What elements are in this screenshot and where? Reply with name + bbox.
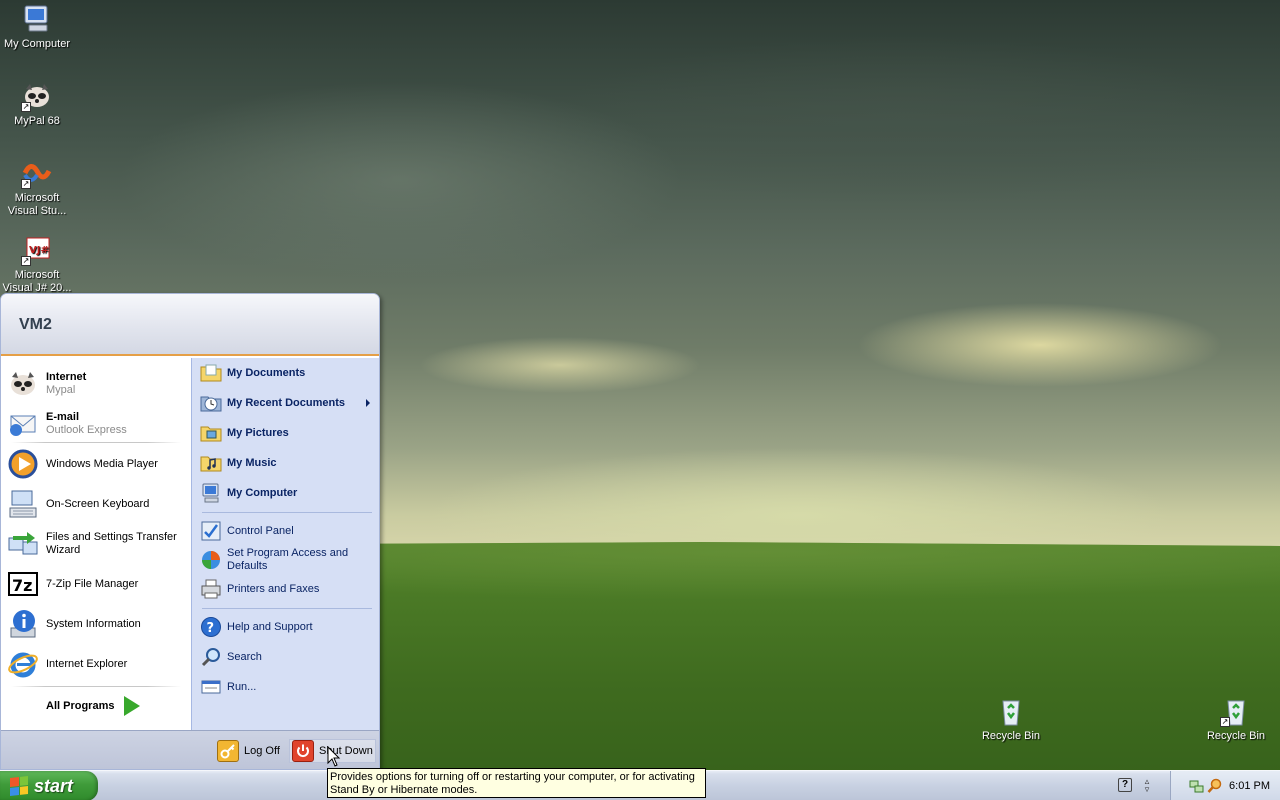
recent-7zip[interactable]: 7z 7-Zip File Manager <box>7 568 185 600</box>
start-button[interactable]: start <box>0 771 98 800</box>
desktop-icon-recycle-bin-shortcut[interactable]: ↗ Recycle Bin <box>1199 695 1273 743</box>
place-my-documents[interactable]: My Documents <box>200 362 376 384</box>
key-icon <box>217 740 239 762</box>
folder-music-icon <box>200 452 222 474</box>
pinned-internet[interactable]: Internet Mypal <box>7 368 185 400</box>
desktop-icon-mypal[interactable]: ↗ MyPal 68 <box>0 80 74 128</box>
printer-icon <box>200 578 222 600</box>
my-computer-icon <box>200 482 222 504</box>
user-name: VM2 <box>19 316 52 333</box>
green-arrow-icon <box>124 696 141 716</box>
transfer-wizard-icon <box>7 528 39 560</box>
folder-documents-icon <box>200 362 222 384</box>
shortcut-arrow-icon: ↗ <box>21 256 31 266</box>
recent-documents-icon <box>200 392 222 414</box>
place-my-computer[interactable]: My Computer <box>200 482 376 504</box>
set-program-access[interactable]: Set Program Access and Defaults <box>200 547 376 573</box>
start-menu: VM2 Internet Mypal E-mail Outlook Expres… <box>0 293 380 770</box>
run[interactable]: Run... <box>200 676 376 698</box>
7zip-icon: 7z <box>7 568 39 600</box>
submenu-arrow-icon <box>366 399 370 407</box>
separator <box>202 608 372 609</box>
start-menu-right-pane: My Documents My Recent Documents My Pict… <box>191 358 379 730</box>
shut-down-tooltip: Provides options for turning off or rest… <box>327 768 706 798</box>
help-icon: ? <box>200 616 222 638</box>
search-tray-icon[interactable] <box>1207 778 1223 794</box>
mouse-cursor-icon <box>327 745 341 768</box>
visual-studio-icon: ↗ <box>21 157 53 189</box>
search-icon <box>200 646 222 668</box>
clock[interactable]: 6:01 PM <box>1229 780 1270 792</box>
start-menu-header: VM2 <box>1 294 379 356</box>
svg-text:7z: 7z <box>12 576 32 595</box>
shortcut-arrow-icon: ↗ <box>21 179 31 189</box>
mypal-raccoon-icon <box>7 368 39 400</box>
network-icon[interactable] <box>1189 778 1205 794</box>
recent-system-information[interactable]: System Information <box>7 608 185 640</box>
control-panel[interactable]: Control Panel <box>200 520 376 542</box>
toolbar-chevron-icon[interactable]: ▵ ▿ <box>1140 777 1154 795</box>
desktop-icon-visual-jsharp[interactable]: VJ# ↗ Microsoft Visual J# 20... <box>0 234 74 295</box>
desktop-icon-my-computer[interactable]: My Computer <box>0 3 74 51</box>
help-and-support[interactable]: ? Help and Support <box>200 616 376 638</box>
place-my-music[interactable]: My Music <box>200 452 376 474</box>
internet-explorer-icon <box>7 648 39 680</box>
visual-jsharp-icon: VJ# ↗ <box>21 234 53 266</box>
folder-pictures-icon <box>200 422 222 444</box>
search[interactable]: Search <box>200 646 376 668</box>
log-off-button[interactable]: Log Off <box>217 739 280 763</box>
desktop-icon-recycle-bin[interactable]: Recycle Bin <box>974 695 1048 743</box>
recycle-bin-icon <box>995 695 1027 727</box>
start-menu-footer: Log Off Shut Down <box>1 730 379 769</box>
place-my-pictures[interactable]: My Pictures <box>200 422 376 444</box>
windows-flag-icon <box>10 776 28 796</box>
recent-on-screen-keyboard[interactable]: On-Screen Keyboard <box>7 488 185 520</box>
svg-text:VJ#: VJ# <box>29 245 49 256</box>
program-defaults-icon <box>200 549 222 571</box>
media-player-icon <box>7 448 39 480</box>
separator <box>11 442 181 443</box>
all-programs-button[interactable]: All Programs <box>46 696 141 716</box>
recent-transfer-wizard[interactable]: Files and Settings Transfer Wizard <box>7 528 185 560</box>
recycle-bin-icon: ↗ <box>1220 695 1252 727</box>
shortcut-arrow-icon: ↗ <box>21 102 31 112</box>
my-computer-icon <box>21 3 53 35</box>
place-my-recent-documents[interactable]: My Recent Documents <box>200 392 376 414</box>
recent-windows-media-player[interactable]: Windows Media Player <box>7 448 185 480</box>
keyboard-icon <box>7 488 39 520</box>
mypal-raccoon-icon: ↗ <box>21 80 53 112</box>
pinned-email[interactable]: E-mail Outlook Express <box>7 408 185 440</box>
shortcut-arrow-icon: ↗ <box>1220 717 1230 727</box>
start-menu-left-pane: Internet Mypal E-mail Outlook Express Wi… <box>1 358 191 730</box>
system-tray: 6:01 PM <box>1170 771 1280 800</box>
outlook-express-icon <box>7 408 39 440</box>
printers-and-faxes[interactable]: Printers and Faxes <box>200 578 376 600</box>
separator <box>11 686 181 687</box>
power-icon <box>292 740 314 762</box>
recent-internet-explorer[interactable]: Internet Explorer <box>7 648 185 680</box>
svg-text:?: ? <box>207 621 215 636</box>
control-panel-icon <box>200 520 222 542</box>
run-icon <box>200 676 222 698</box>
info-icon <box>7 608 39 640</box>
help-toolbar-icon[interactable]: ? <box>1118 778 1132 792</box>
separator <box>202 512 372 513</box>
desktop-icon-visual-studio[interactable]: ↗ Microsoft Visual Stu... <box>0 157 74 218</box>
